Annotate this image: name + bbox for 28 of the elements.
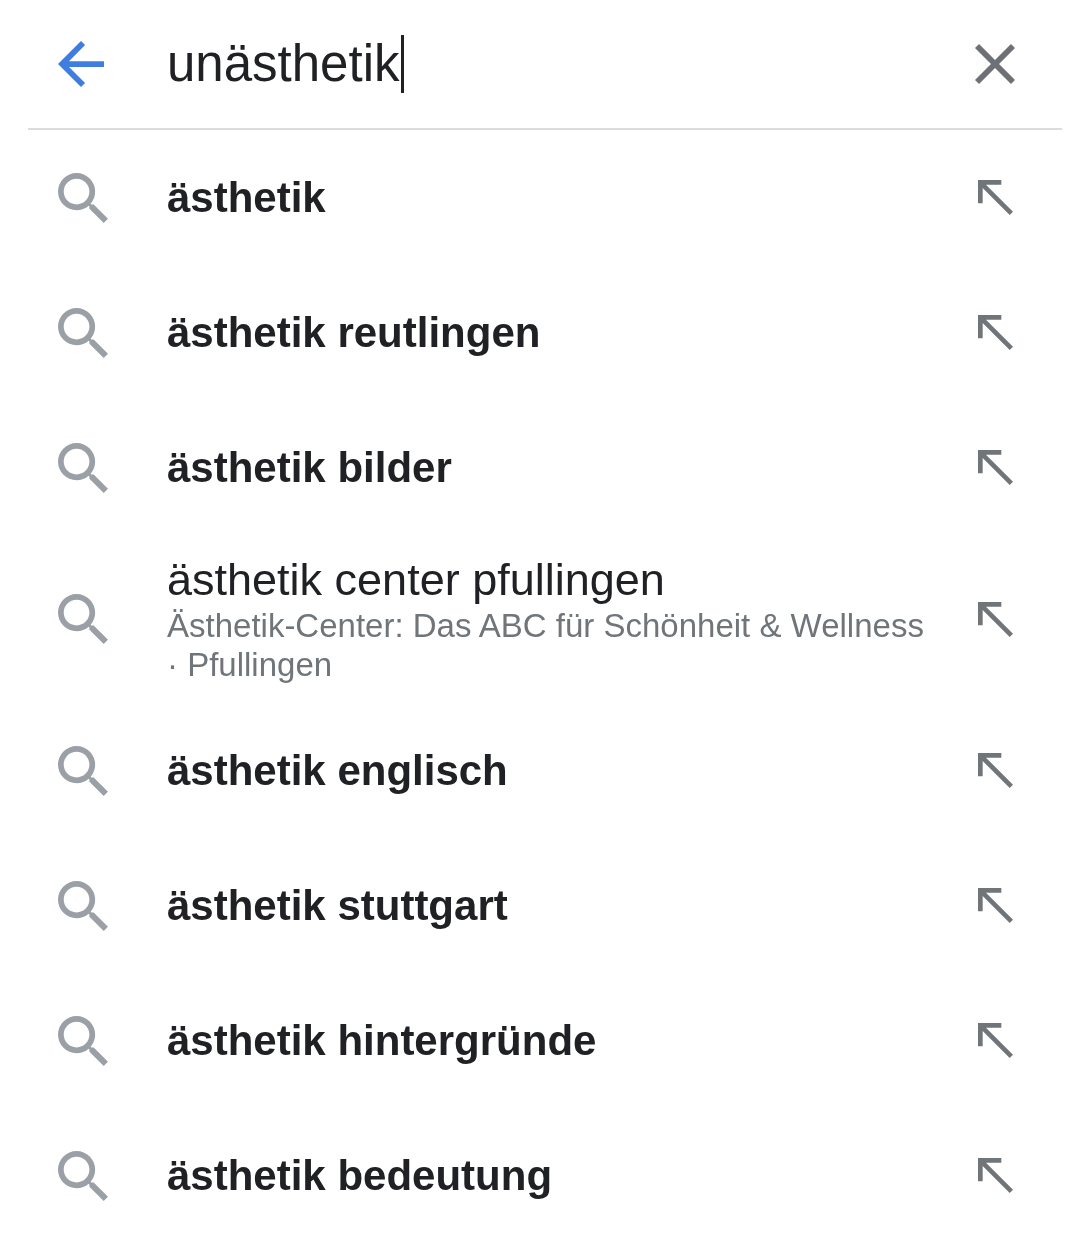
search-icon: [58, 172, 108, 223]
search-icon: [58, 1150, 108, 1201]
arrow-up-left-icon[interactable]: [978, 753, 1013, 788]
arrow-up-left-icon[interactable]: [978, 888, 1013, 923]
search-icon: [58, 594, 108, 644]
close-icon[interactable]: [975, 44, 1015, 84]
search-icon: [58, 880, 108, 931]
arrow-up-left-icon[interactable]: [978, 450, 1013, 485]
arrow-up-left-icon[interactable]: [978, 601, 1013, 637]
arrow-up-left-icon[interactable]: [978, 1023, 1013, 1058]
suggestion-text[interactable]: ästhetik englisch: [167, 744, 508, 797]
suggestion-text[interactable]: ästhetik bedeutung: [167, 1149, 553, 1202]
suggestion-text[interactable]: ästhetik bilder: [167, 441, 452, 494]
search-icon: [58, 1015, 108, 1066]
suggestion-text[interactable]: ästhetik: [167, 171, 326, 224]
arrow-up-left-icon[interactable]: [978, 1158, 1013, 1193]
suggestion-text[interactable]: ästhetik hintergründe: [167, 1014, 597, 1067]
suggestion-subtitle: Ästhetik-Center: Das ABC für Schönheit & Wellness · Pfullingen: [167, 606, 925, 684]
search-icon: [58, 307, 108, 358]
suggestion-text[interactable]: ästhetik stuttgart: [167, 879, 508, 932]
suggestion-text[interactable]: ästhetik center pfullingen: [167, 554, 665, 606]
back-arrow-icon[interactable]: [58, 41, 104, 87]
arrow-up-left-icon[interactable]: [978, 315, 1013, 350]
search-icon: [58, 442, 108, 493]
search-icon: [58, 745, 108, 796]
arrow-up-left-icon[interactable]: [978, 180, 1013, 215]
suggestion-text[interactable]: ästhetik reutlingen: [167, 306, 541, 359]
search-field[interactable]: unästhetik: [167, 32, 975, 96]
